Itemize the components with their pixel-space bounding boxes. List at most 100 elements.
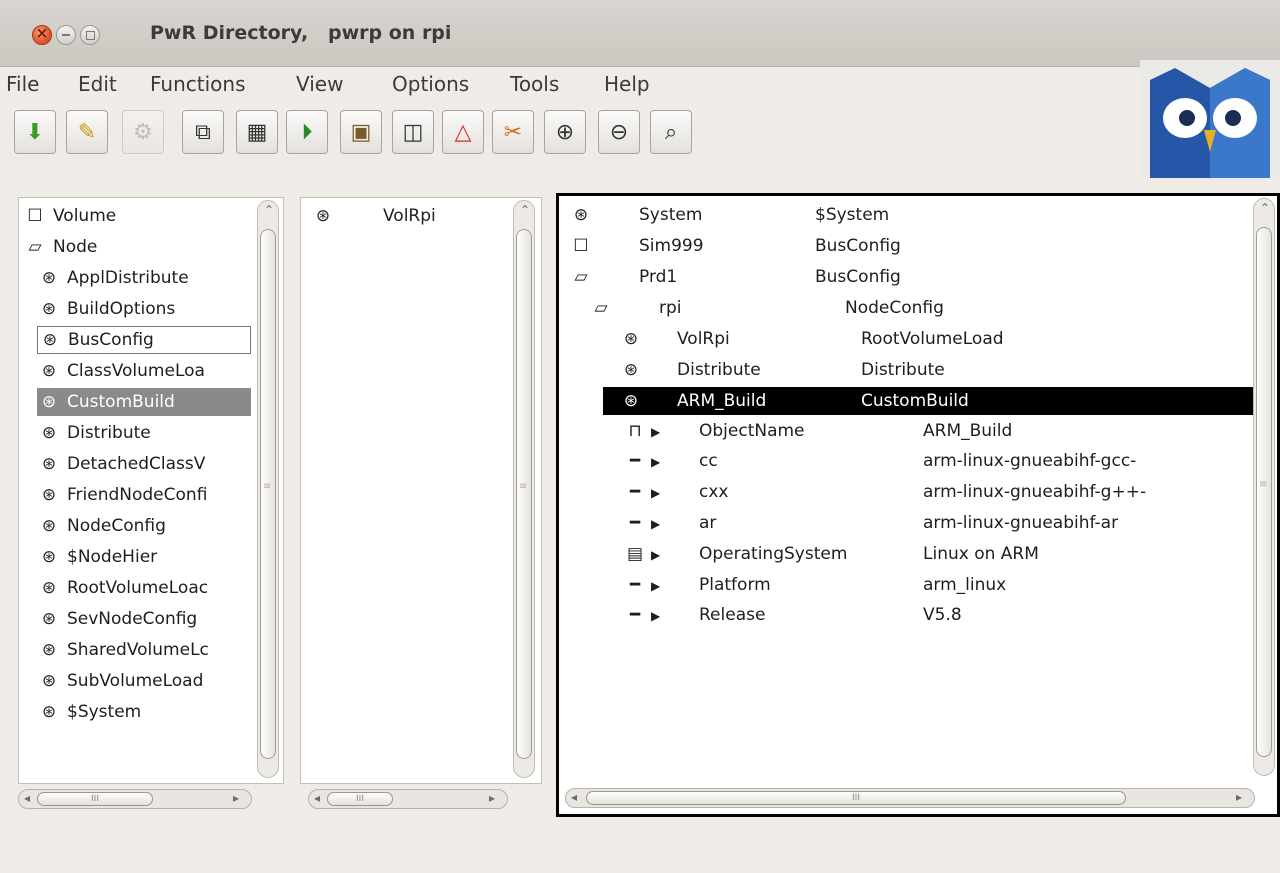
left-horizontal-scroll-thumb[interactable]: III xyxy=(37,792,153,806)
menu-functions[interactable]: Functions xyxy=(150,72,246,96)
attribute-row[interactable]: ▤ ▶ OperatingSystem Linux on ARM xyxy=(623,540,1039,568)
tools-button[interactable]: ✂ xyxy=(492,110,534,154)
object-name: VolRpi xyxy=(677,329,730,349)
class-list-item[interactable]: ⊛ FriendNodeConfi xyxy=(37,481,208,509)
class-list-item[interactable]: ▱ Node xyxy=(23,233,97,261)
right-horizontal-scroll-thumb[interactable]: III xyxy=(586,791,1126,805)
right-horizontal-scrollbar[interactable]: ◂ III ▸ xyxy=(565,788,1255,808)
minimize-window-button[interactable] xyxy=(56,25,76,45)
class-list-item[interactable]: ⊛ Distribute xyxy=(37,419,151,447)
scroll-up-arrow-icon[interactable]: ⌃ xyxy=(1260,201,1270,215)
attribute-row[interactable]: ⊓ ▶ ObjectName ARM_Build xyxy=(623,417,1012,445)
class-list-item[interactable]: ⊛ $NodeHier xyxy=(37,543,157,571)
right-vertical-scroll-thumb[interactable] xyxy=(1256,227,1272,757)
menu-options[interactable]: Options xyxy=(392,72,469,96)
class-list-item[interactable]: ⊛ ClassVolumeLoa xyxy=(37,357,205,385)
object-tree-row[interactable]: ▱ rpi NodeConfig xyxy=(589,294,943,322)
scroll-right-arrow-icon[interactable]: ▸ xyxy=(1236,790,1242,804)
expand-arrow-icon[interactable]: ▶ xyxy=(651,609,660,623)
object-class: Distribute xyxy=(861,360,945,380)
edit-pencil-button[interactable]: ✎ xyxy=(66,110,108,154)
attribute-row[interactable]: ━ ▶ ar arm-linux-gnueabihf-ar xyxy=(623,509,1118,537)
attribute-icon: ━ xyxy=(629,574,641,595)
attribute-row[interactable]: ━ ▶ Release V5.8 xyxy=(623,601,962,629)
plc-diagram-button[interactable]: ▦ xyxy=(236,110,278,154)
class-list-item[interactable]: ⊛ BuildOptions xyxy=(37,295,175,323)
left-horizontal-scrollbar[interactable]: ◂ III ▸ xyxy=(18,789,252,809)
class-list-item[interactable]: ⊛ SubVolumeLoad xyxy=(37,667,204,695)
package-button[interactable]: ▣ xyxy=(340,110,382,154)
folder-open-icon: ▱ xyxy=(594,298,608,318)
object-tree-row[interactable]: ⊛ System $System xyxy=(569,201,889,229)
menu-bar: File Edit Functions View Options Tools H… xyxy=(0,66,1140,100)
node-hierarchy-pane[interactable]: ⊛ System $System ☐ Sim999 BusConfig ▱ Prd1 BusCo… xyxy=(556,193,1280,817)
middle-horizontal-scroll-thumb[interactable]: III xyxy=(327,792,393,806)
run-button[interactable]: ⏵ xyxy=(286,110,328,154)
warning-button[interactable]: △ xyxy=(442,110,484,154)
expand-arrow-icon[interactable]: ▶ xyxy=(651,548,660,562)
volume-list-pane[interactable]: ⊛ VolRpi ⌃ ≡ xyxy=(300,197,542,784)
scroll-left-arrow-icon[interactable]: ◂ xyxy=(314,791,320,805)
scroll-up-arrow-icon[interactable]: ⌃ xyxy=(264,203,274,217)
right-vertical-scrollbar[interactable]: ⌃ ≡ xyxy=(1253,198,1275,776)
scroll-right-arrow-icon[interactable]: ▸ xyxy=(489,791,495,805)
class-list-item[interactable]: ⊛ SharedVolumeLc xyxy=(37,636,209,664)
class-list-item-label: Distribute xyxy=(67,423,151,443)
expand-arrow-icon[interactable]: ▶ xyxy=(651,425,660,439)
attribute-row[interactable]: ━ ▶ cxx arm-linux-gnueabihf-g++- xyxy=(623,478,1146,506)
expand-arrow-icon[interactable]: ▶ xyxy=(651,455,660,469)
scroll-up-arrow-icon[interactable]: ⌃ xyxy=(520,203,530,217)
class-list-item[interactable]: ⊛ RootVolumeLoac xyxy=(37,574,208,602)
object-tree-row[interactable]: ⊛ VolRpi RootVolumeLoad xyxy=(619,325,1004,353)
attribute-row[interactable]: ━ ▶ Platform arm_linux xyxy=(623,571,1006,599)
expand-arrow-icon[interactable]: ▶ xyxy=(651,486,660,500)
object-tree-row[interactable]: ☐ Sim999 BusConfig xyxy=(569,232,900,260)
object-class: BusConfig xyxy=(815,236,901,256)
object-icon: ⊛ xyxy=(41,578,57,598)
save-button[interactable]: ⬇ xyxy=(14,110,56,154)
status-area xyxy=(0,822,1280,873)
class-list-item[interactable]: ⊛ NodeConfig xyxy=(37,512,166,540)
expand-arrow-icon[interactable]: ▶ xyxy=(651,579,660,593)
middle-horizontal-scrollbar[interactable]: ◂ III ▸ xyxy=(308,789,508,809)
menu-view[interactable]: View xyxy=(296,72,343,96)
zoom-out-button[interactable]: ⊖ xyxy=(598,110,640,154)
left-vertical-scrollbar[interactable]: ⌃ ≡ xyxy=(257,200,279,778)
split-view-button[interactable]: ◫ xyxy=(392,110,434,154)
object-icon: ⊛ xyxy=(623,329,639,349)
middle-vertical-scrollbar[interactable]: ⌃ ≡ xyxy=(513,200,535,778)
class-list-item[interactable]: ☐ Volume xyxy=(23,202,116,230)
menu-help[interactable]: Help xyxy=(604,72,650,96)
class-list-item[interactable]: ⊛ CustomBuild xyxy=(37,388,251,416)
class-list-pane[interactable]: ☐ Volume ▱ Node ⊛ ApplDistribute ⊛ BuildOptions… xyxy=(18,197,284,784)
object-name: Distribute xyxy=(677,360,761,380)
volume-list-item[interactable]: ⊛ VolRpi xyxy=(311,202,436,230)
menu-file[interactable]: File xyxy=(6,72,39,96)
scroll-right-arrow-icon[interactable]: ▸ xyxy=(233,791,239,805)
class-list-item-label: DetachedClassV xyxy=(67,454,206,474)
scroll-left-arrow-icon[interactable]: ◂ xyxy=(24,791,30,805)
class-list-item[interactable]: ⊛ BusConfig xyxy=(37,326,251,354)
expand-arrow-icon[interactable]: ▶ xyxy=(651,517,660,531)
scroll-left-arrow-icon[interactable]: ◂ xyxy=(571,790,577,804)
menu-tools[interactable]: Tools xyxy=(510,72,559,96)
attribute-row[interactable]: ━ ▶ cc arm-linux-gnueabihf-gcc- xyxy=(623,447,1136,475)
open-object-button[interactable]: ⧉ xyxy=(182,110,224,154)
maximize-window-button[interactable] xyxy=(80,25,100,45)
menu-edit[interactable]: Edit xyxy=(78,72,117,96)
class-list-item-label: BusConfig xyxy=(68,330,154,350)
class-list-item[interactable]: ⊛ ApplDistribute xyxy=(37,264,189,292)
proview-owl-logo xyxy=(1140,60,1280,178)
zoom-in-button[interactable]: ⊕ xyxy=(544,110,586,154)
close-window-button[interactable] xyxy=(32,24,52,45)
object-tree-row[interactable]: ⊛ ARM_Build CustomBuild xyxy=(603,387,1253,415)
middle-vertical-scroll-thumb[interactable] xyxy=(516,229,532,759)
object-tree-row[interactable]: ⊛ Distribute Distribute xyxy=(619,356,945,384)
object-tree-row[interactable]: ▱ Prd1 BusConfig xyxy=(569,263,900,291)
left-vertical-scroll-thumb[interactable] xyxy=(260,229,276,759)
class-list-item[interactable]: ⊛ DetachedClassV xyxy=(37,450,205,478)
zoom-reset-button[interactable]: ⌕ xyxy=(650,110,692,154)
class-list-item[interactable]: ⊛ $System xyxy=(37,698,141,726)
class-list-item[interactable]: ⊛ SevNodeConfig xyxy=(37,605,197,633)
build-gears-button[interactable]: ⚙ xyxy=(122,110,164,154)
